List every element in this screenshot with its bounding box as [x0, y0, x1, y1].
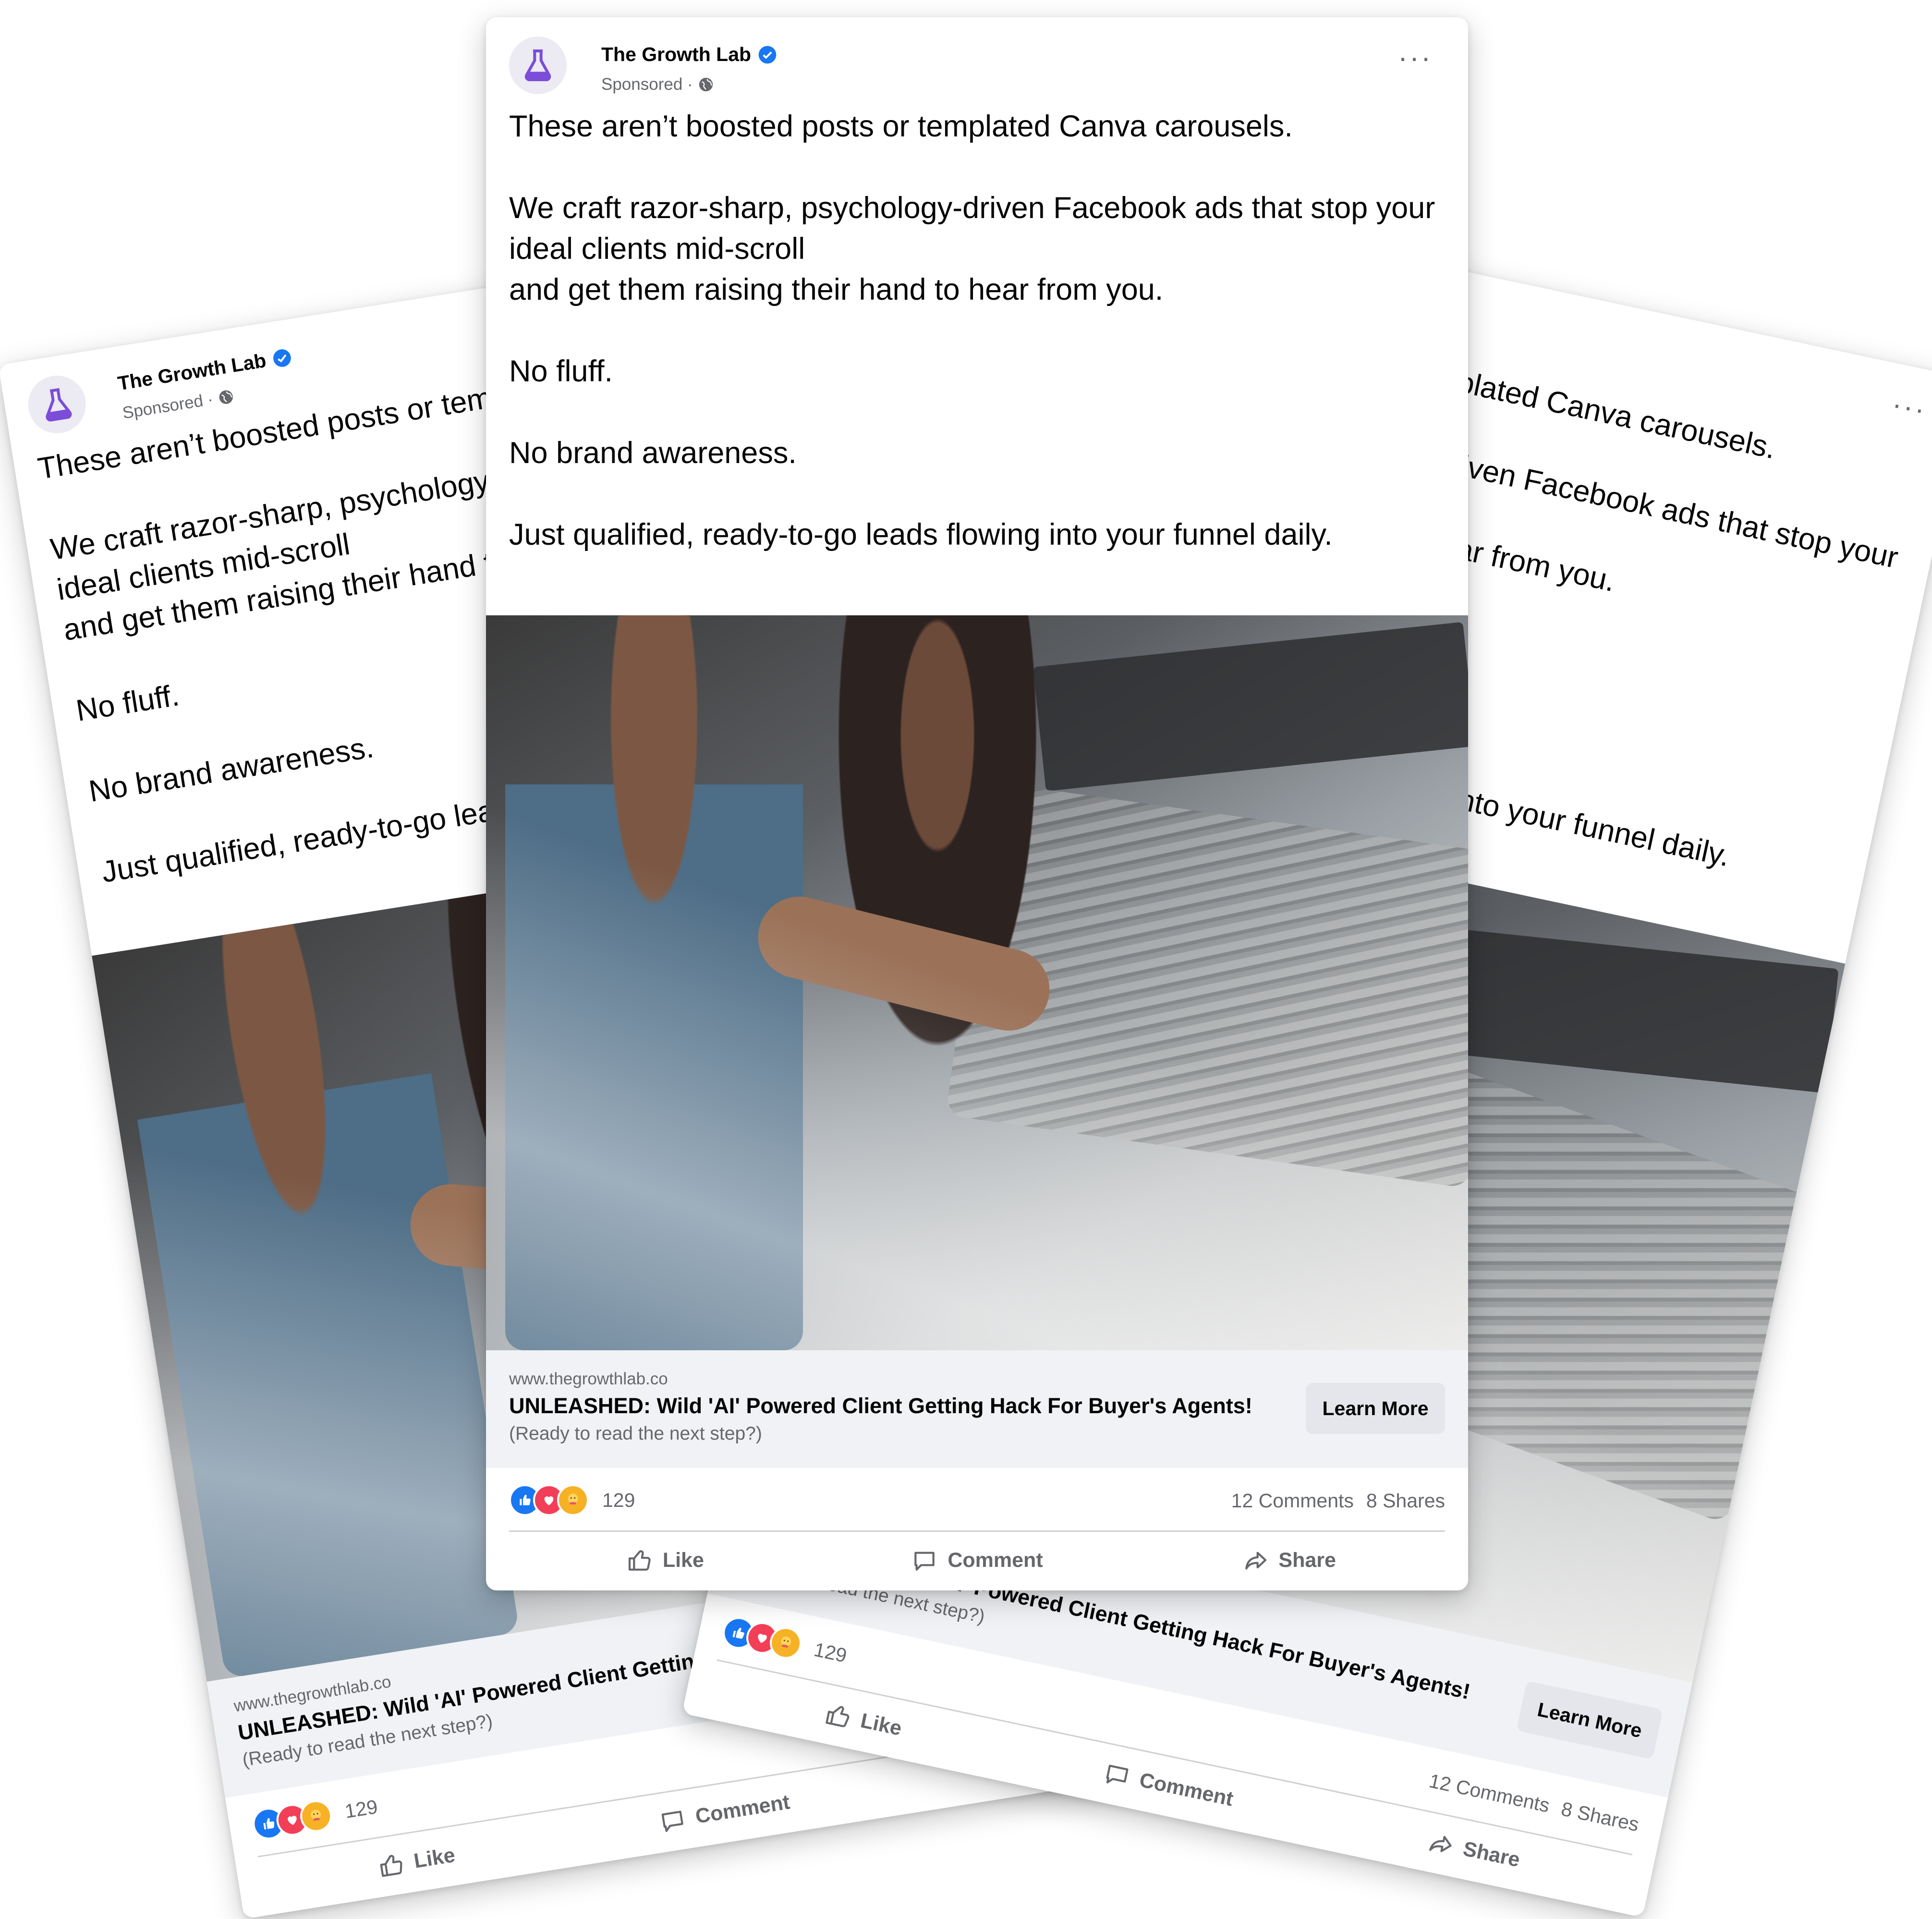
reactions-summary[interactable]: 129	[720, 1614, 850, 1671]
learn-more-button[interactable]: Learn More	[1516, 1680, 1664, 1760]
link-subtext: (Ready to read the next step?)	[509, 1423, 762, 1444]
sponsored-line: Sponsored ·	[601, 75, 714, 94]
verified-badge-icon	[758, 46, 777, 63]
comment-label: Comment	[1137, 1768, 1236, 1811]
page-avatar[interactable]	[509, 37, 567, 94]
thumbs-up-icon	[380, 1855, 402, 1877]
link-preview[interactable]: www.thegrowthlab.co UNLEASHED: Wild 'AI'…	[486, 1350, 1468, 1468]
care-reaction-icon	[557, 1484, 589, 1516]
like-button[interactable]: Like	[509, 1530, 821, 1590]
sponsored-label: Sponsored ·	[121, 390, 215, 423]
comments-count[interactable]: 12 Comments	[1231, 1490, 1354, 1512]
more-options-button[interactable]: ···	[1889, 388, 1930, 426]
comment-icon	[914, 1552, 935, 1571]
share-label: Share	[1278, 1549, 1336, 1572]
like-label: Like	[858, 1709, 904, 1740]
post-paragraph: No fluff.	[509, 354, 613, 388]
thumbs-up-icon	[826, 1706, 850, 1727]
learn-more-button[interactable]: Learn More	[1306, 1383, 1445, 1434]
shares-count[interactable]: 8 Shares	[1366, 1490, 1445, 1512]
reactions-summary[interactable]: 129	[509, 1484, 635, 1516]
comment-share-counts: 12 Comments 8 Shares	[1231, 1490, 1445, 1512]
post-paragraph: and get them raising their hand to hear …	[509, 273, 1164, 306]
page-name[interactable]: The Growth Lab	[116, 345, 293, 395]
more-options-button[interactable]: ···	[1398, 43, 1433, 72]
page-name[interactable]: The Growth Lab	[601, 43, 777, 66]
ad-card-main: The Growth Lab Sponsored · ··· These are…	[486, 17, 1468, 1590]
media-glare	[486, 615, 1468, 1350]
flask-icon	[524, 49, 551, 82]
link-headline[interactable]: UNLEASHED: Wild 'AI' Powered Client Gett…	[509, 1393, 1252, 1418]
post-paragraph: Just qualified, ready-to-go leads flowin…	[509, 518, 1333, 551]
post-paragraph: No brand awareness.	[509, 436, 797, 470]
comment-label: Comment	[948, 1549, 1043, 1572]
comment-label: Comment	[693, 1790, 792, 1828]
post-text: These aren’t boosted posts or templated …	[509, 106, 1445, 596]
page-name-label[interactable]: The Growth Lab	[116, 349, 268, 395]
comment-icon	[1106, 1764, 1129, 1784]
shares-count[interactable]: 8 Shares	[1559, 1797, 1641, 1836]
engagement-stats: 129 12 Comments 8 Shares	[509, 1468, 1445, 1532]
thumbs-up-icon	[628, 1550, 651, 1571]
reactions-summary[interactable]: 129	[250, 1791, 380, 1842]
share-icon	[1245, 1552, 1267, 1569]
reaction-count: 129	[812, 1638, 849, 1667]
globe-icon	[699, 77, 713, 92]
post-paragraph: These aren’t boosted posts or templated …	[509, 110, 1293, 143]
share-icon	[1429, 1835, 1452, 1852]
action-bar: Like Comment Share	[509, 1530, 1445, 1590]
comment-button[interactable]: Comment	[821, 1530, 1133, 1590]
comment-icon	[661, 1810, 684, 1832]
share-button[interactable]: Share	[1133, 1530, 1445, 1590]
link-domain: www.thegrowthlab.co	[509, 1369, 668, 1388]
comments-count[interactable]: 12 Comments	[1427, 1770, 1552, 1817]
post-header: The Growth Lab Sponsored · ···	[509, 37, 1445, 99]
like-label: Like	[662, 1549, 704, 1572]
reaction-count: 129	[343, 1795, 379, 1822]
flask-icon	[46, 388, 72, 422]
reaction-count: 129	[602, 1489, 635, 1511]
share-label: Share	[1461, 1837, 1522, 1872]
sponsored-label: Sponsored ·	[601, 75, 693, 94]
page-avatar[interactable]	[24, 371, 90, 438]
ad-video[interactable]	[486, 615, 1468, 1350]
like-label: Like	[412, 1843, 457, 1873]
globe-icon	[219, 390, 233, 404]
post-paragraph: We craft razor-sharp, psychology-driven …	[509, 191, 1435, 266]
page-name-label[interactable]: The Growth Lab	[601, 43, 751, 66]
verified-badge-icon	[273, 349, 291, 367]
